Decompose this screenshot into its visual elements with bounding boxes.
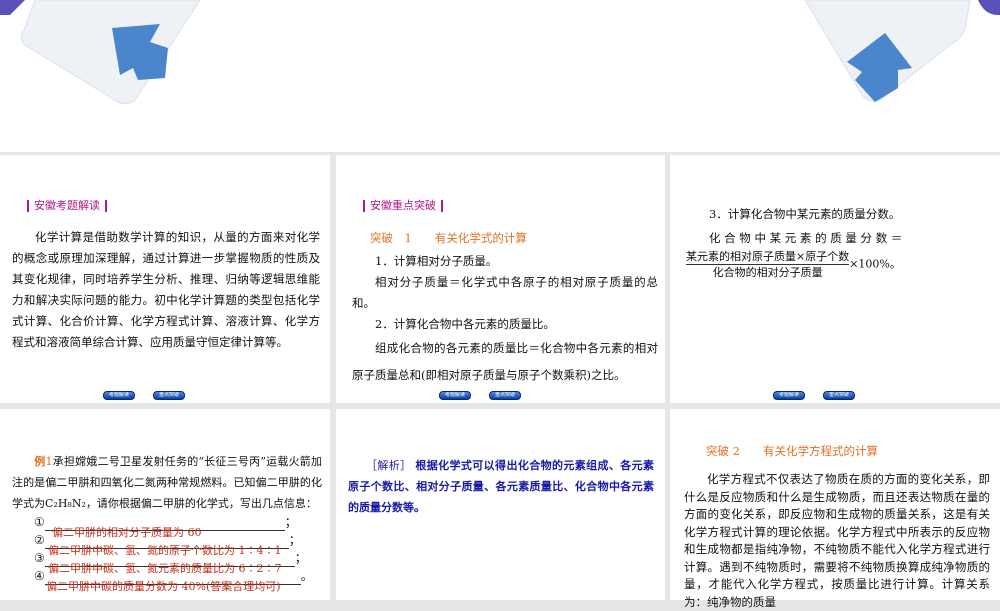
point-2: 2．计算化合物中各元素的质量比。 xyxy=(375,317,555,331)
blank-mark: ④ xyxy=(34,569,45,583)
blank-end: ； xyxy=(294,551,307,565)
prev-nav-button[interactable]: 考题解读 xyxy=(103,391,135,400)
next-nav-button[interactable]: 重点突破 xyxy=(489,391,521,400)
next-nav-button[interactable]: 重点突破 xyxy=(823,391,855,400)
example-label: 例 xyxy=(34,455,46,468)
slide-header-decoration xyxy=(0,0,1000,152)
arrow-up-icon xyxy=(804,0,1000,102)
intro-paragraph: 化学计算是借助数学计算的知识，从量的方面来对化学的概念或原理加深理解，通过计算进… xyxy=(12,230,320,349)
slide-mass-fraction: 3．计算化合物中某元素的质量分数。 化 合 物 中 某 元 素 的 质 量 分 … xyxy=(670,155,1000,403)
prev-nav-button[interactable]: 考题解读 xyxy=(439,391,471,400)
denominator: 化合物的相对分子质量 xyxy=(712,266,823,279)
point-1: 1．计算相对分子质量。 xyxy=(375,254,498,268)
blank-end: ； xyxy=(288,533,301,547)
subheading: 突破 1 有关化学式的计算 xyxy=(370,231,527,245)
answer-4: 偏二甲肼中碳的质量分数为 40%(答案合理均可) xyxy=(46,580,281,593)
point-2-detail: 组成化合物的各元素的质量比＝化合物中各元素的相对原子质量总和(即相对原子质量与原… xyxy=(352,341,658,382)
prev-nav-button[interactable]: 考题解读 xyxy=(773,391,805,400)
example-question: 例1承担嫦娥二号卫星发射任务的“长征三号丙”运载火箭加注的是偏二甲肼和四氧化二氮… xyxy=(12,451,322,514)
section-heading: 安徽考题解读 xyxy=(22,195,112,216)
formula-tail: ×100%。 xyxy=(849,257,901,271)
question-text-2: ，请你根据偏二甲肼的化学式，写出几点信息： xyxy=(85,497,317,510)
subheading: 突破 2 有关化学方程式的计算 xyxy=(706,444,878,458)
blank-end: ； xyxy=(284,515,297,529)
formula-lhs: 化 合 物 中 某 元 素 的 质 量 分 数 ＝ xyxy=(709,231,903,245)
slide-exam-interpretation: 安徽考题解读 化学计算是借助数学计算的知识，从量的方面来对化学的概念或原理加深理… xyxy=(0,155,330,403)
formula-fraction: 某元素的相对原子质量×原子个数 化合物的相对分子质量 xyxy=(686,249,850,280)
slide-example-1: 例1承担嫦娥二号卫星发射任务的“长征三号丙”运载火箭加注的是偏二甲肼和四氧化二氮… xyxy=(0,409,330,600)
arrow-up-left-icon xyxy=(0,0,201,105)
blank-mark: ① xyxy=(34,515,45,529)
next-nav-button[interactable]: 重点突破 xyxy=(153,391,185,400)
equation-paragraph: 化学方程式不仅表达了物质在质的方面的变化关系，即什么是反应物质和什么是生成物质，… xyxy=(684,472,990,609)
slide-equation-calculation: 突破 2 有关化学方程式的计算 化学方程式不仅表达了物质在质的方面的变化关系，即… xyxy=(670,409,1000,609)
point-3: 3．计算化合物中某元素的质量分数。 xyxy=(709,207,901,221)
blank-mark: ② xyxy=(34,533,45,547)
slide-key-breakthrough: 安徽重点突破 突破 1 有关化学式的计算 1．计算相对分子质量。 相对分子质量＝… xyxy=(336,155,665,403)
chemical-formula: C₂H₈N₂ xyxy=(45,497,86,510)
analysis-label: ［解析］ xyxy=(365,459,412,472)
blank-end: 。 xyxy=(300,569,313,583)
section-heading: 安徽重点突破 xyxy=(358,195,448,216)
numerator: 某元素的相对原子质量×原子个数 xyxy=(686,250,850,265)
blank-mark: ③ xyxy=(34,551,45,565)
point-1-detail: 相对分子质量＝化学式中各原子的相对原子质量的总和。 xyxy=(352,275,658,310)
slide-analysis: ［解析］ 根据化学式可以得出化合物的元素组成、各元素原子个数比、相对分子质量、各… xyxy=(336,409,665,600)
